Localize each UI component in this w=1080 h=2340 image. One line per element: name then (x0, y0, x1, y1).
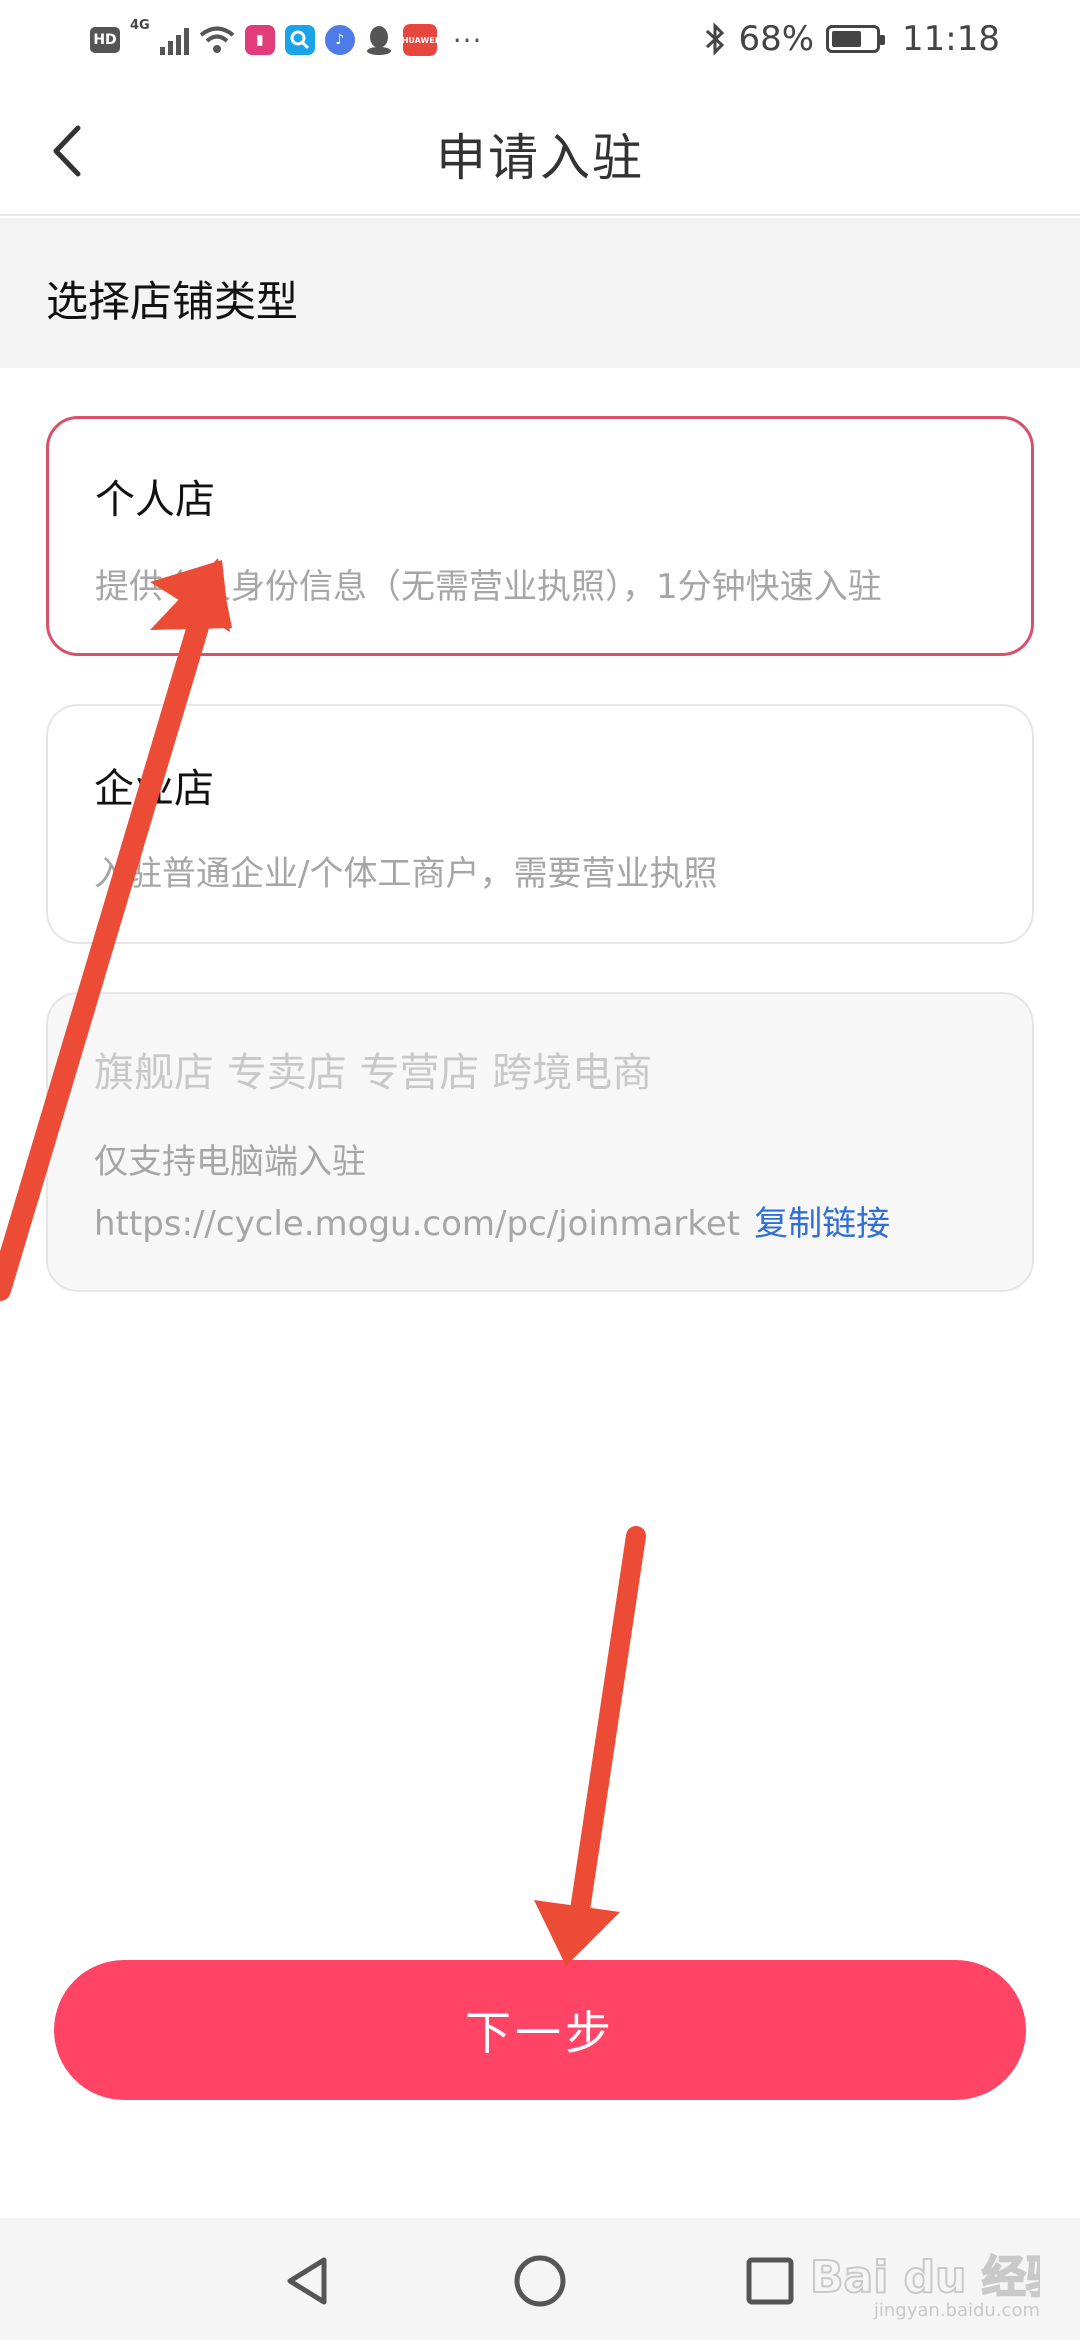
flagship-store-title: 旗舰店 专卖店 专营店 跨境电商 (94, 1050, 653, 1096)
flagship-store-option: 旗舰店 专卖店 专营店 跨境电商 仅支持电脑端入驻 https://cycle.… (46, 992, 1034, 1292)
huawei-app-icon: HUAWEI (402, 24, 438, 56)
app-header: 申请入驻 (0, 80, 1080, 216)
page-title: 申请入驻 (436, 129, 644, 187)
watermark-brand: Bai du 经验 (810, 2252, 1040, 2303)
join-url: https://cycle.mogu.com/pc/joinmarket (94, 1204, 741, 1244)
enterprise-store-option[interactable]: 企业店 入驻普通企业/个体工商户，需要营业执照 (46, 704, 1034, 944)
personal-store-option[interactable]: 个人店 提供个人身份信息（无需营业执照），1分钟快速入驻 (46, 416, 1034, 656)
copy-link-button[interactable]: 复制链接 (754, 1204, 890, 1244)
battery-percent: 68% (738, 19, 815, 59)
back-triangle-icon (287, 2257, 327, 2305)
nav-recents-button[interactable] (735, 2246, 805, 2316)
hd-icon: HD (90, 27, 120, 53)
enterprise-store-title: 企业店 (94, 766, 214, 812)
more-notifications: ··· (452, 23, 483, 57)
store-type-section-header: 选择店铺类型 (0, 218, 1080, 368)
search-app-icon (284, 25, 315, 55)
personal-store-desc: 提供个人身份信息（无需营业执照），1分钟快速入驻 (95, 567, 882, 607)
watermark-url: jingyan.baidu.com (873, 2300, 1040, 2321)
bluetooth-icon (706, 22, 725, 56)
status-icons-left: HD 4G ▮ ♪ HUAWEI ··· (90, 18, 482, 62)
music-app-icon: ♪ (324, 25, 355, 55)
signal-icon (159, 25, 189, 55)
section-title: 选择店铺类型 (46, 277, 299, 326)
clock: 11:18 (902, 19, 1000, 59)
status-icons-right: 68% 11:18 (704, 16, 1000, 62)
app-icon-red: ▮ (244, 25, 275, 55)
pc-only-note: 仅支持电脑端入驻 (94, 1142, 366, 1182)
network-type: 4G (130, 18, 150, 33)
baidu-watermark-logo: Bai du 经验 (809, 2251, 1040, 2304)
status-bar: HD 4G ▮ ♪ HUAWEI ··· 68% 11:18 (0, 0, 1080, 80)
qq-icon (366, 26, 391, 55)
home-circle-icon (514, 2255, 566, 2307)
nav-home-button[interactable] (505, 2246, 575, 2316)
join-url-row: https://cycle.mogu.com/pc/joinmarket 复制链接 (94, 1196, 890, 1245)
recents-square-icon (746, 2257, 794, 2305)
wifi-icon (199, 26, 234, 53)
arrow-to-next-button (534, 1526, 646, 1966)
nav-back-button[interactable] (274, 2246, 344, 2316)
personal-store-title: 个人店 (95, 477, 215, 523)
battery-icon (826, 25, 886, 53)
enterprise-store-desc: 入驻普通企业/个体工商户，需要营业执照 (94, 854, 718, 894)
next-step-button[interactable]: 下一步 (54, 1960, 1026, 2100)
